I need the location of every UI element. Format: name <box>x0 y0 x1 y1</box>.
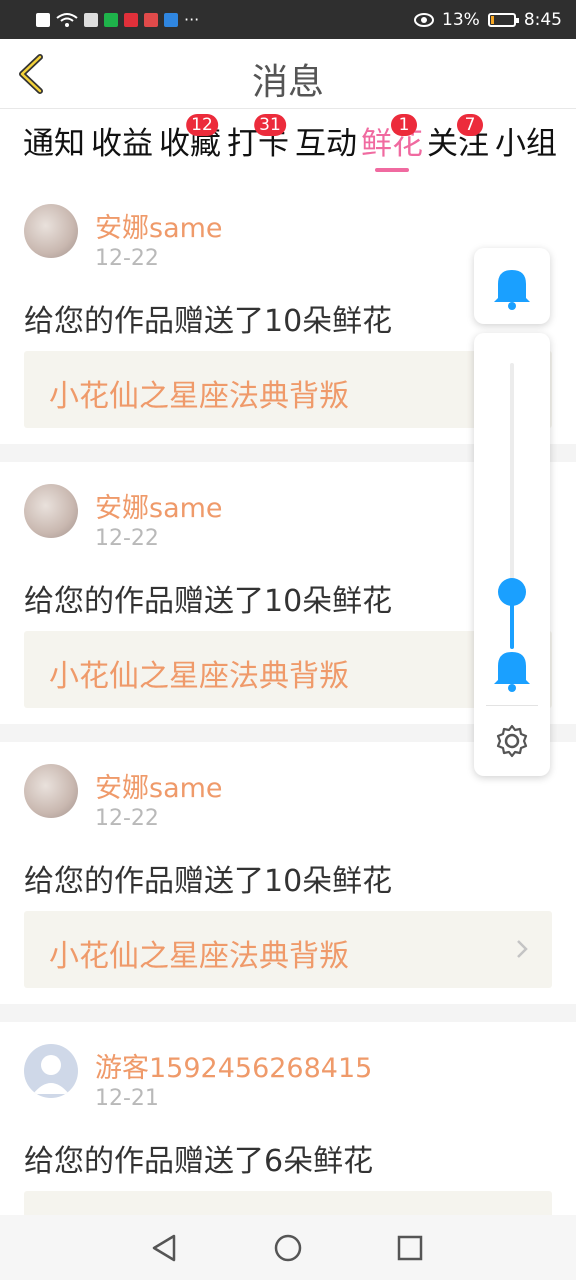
message-text: 给您的作品赠送了10朵鲜花 <box>24 864 393 899</box>
work-link[interactable]: 小花仙之星座法典背叛 <box>24 631 552 708</box>
work-title: 小花仙之星座法典背叛 <box>49 659 349 694</box>
volume-panel <box>474 333 550 776</box>
timestamp: 12-22 <box>95 526 159 551</box>
more-icon: ··· <box>184 10 200 29</box>
eye-icon <box>414 12 435 27</box>
status-icons-right: 13% 8:45 <box>414 10 562 30</box>
divider <box>486 705 538 706</box>
username[interactable]: 游客1592456268415 <box>95 1046 372 1085</box>
back-icon[interactable] <box>148 1232 180 1264</box>
tab-label: 收益 <box>91 126 153 162</box>
work-title: 小花仙之星座法典背叛 <box>49 379 349 414</box>
tab-checkin[interactable]: 打卡 31 <box>224 114 292 164</box>
book-icon <box>144 12 158 27</box>
message-text: 给您的作品赠送了10朵鲜花 <box>24 304 393 339</box>
recents-icon[interactable] <box>394 1232 426 1264</box>
message-text: 给您的作品赠送了10朵鲜花 <box>24 584 393 619</box>
timestamp: 12-22 <box>95 246 159 271</box>
username[interactable]: 安娜same <box>95 766 223 805</box>
upload-icon <box>84 12 98 27</box>
page-title: 消息 <box>251 62 324 103</box>
iqiyi-icon <box>104 12 118 27</box>
volume-slider-handle[interactable] <box>498 577 526 606</box>
avatar[interactable] <box>24 764 78 818</box>
screen: ··· 13% 8:45 消息 通知 收益 收藏 12 打卡 31 互动 鲜花 … <box>0 0 576 1280</box>
tab-favorites[interactable]: 收藏 12 <box>156 114 224 164</box>
chevron-right-icon <box>517 940 528 958</box>
bell-icon <box>494 270 530 310</box>
alert-icon <box>36 12 50 27</box>
work-title: 小花仙之星座法典背叛 <box>49 939 349 974</box>
default-user-icon <box>33 1055 69 1094</box>
list-item: 游客1592456268415 12-21 给您的作品赠送了6朵鲜花 <box>0 1022 576 1268</box>
divider <box>0 1004 576 1022</box>
ring-mode-button[interactable] <box>474 248 550 324</box>
battery-percent: 13% <box>442 9 480 30</box>
tab-earnings[interactable]: 收益 <box>88 124 156 164</box>
tab-follow[interactable]: 关注 7 <box>424 114 492 164</box>
username[interactable]: 安娜same <box>95 206 223 245</box>
system-nav-bar <box>0 1215 576 1280</box>
status-icons-left: ··· <box>36 10 199 29</box>
wifi-icon <box>56 12 78 27</box>
battery-icon <box>487 12 519 27</box>
tab-label: 小组 <box>495 126 557 162</box>
settings-icon[interactable] <box>492 721 532 761</box>
tab-flowers[interactable]: 鲜花 1 <box>358 114 426 164</box>
message-text: 给您的作品赠送了6朵鲜花 <box>24 1144 374 1179</box>
tab-label: 通知 <box>23 126 85 162</box>
work-link[interactable]: 小花仙之星座法典背叛 <box>24 911 552 988</box>
tab-groups[interactable]: 小组 <box>492 124 560 164</box>
unread-badge: 31 <box>254 114 286 136</box>
avatar[interactable] <box>24 1044 78 1098</box>
work-link[interactable]: 小花仙之星座法典背叛 <box>24 351 552 428</box>
clock: 8:45 <box>523 9 562 30</box>
list-item: 安娜same 12-22 给您的作品赠送了10朵鲜花 小花仙之星座法典背叛 <box>0 742 576 1004</box>
tab-bar: 通知 收益 收藏 12 打卡 31 互动 鲜花 1 关注 7 小组 <box>0 110 576 182</box>
unread-badge: 7 <box>457 114 483 136</box>
app-header: 消息 <box>0 39 576 109</box>
avatar[interactable] <box>24 484 78 538</box>
bell-icon[interactable] <box>474 638 550 698</box>
unread-badge: 12 <box>186 114 218 136</box>
username[interactable]: 安娜same <box>95 486 223 525</box>
tab-notification[interactable]: 通知 <box>20 124 88 164</box>
app-blue-icon <box>164 12 178 27</box>
tab-interaction[interactable]: 互动 <box>292 124 360 164</box>
avatar[interactable] <box>24 204 78 258</box>
timestamp: 12-22 <box>95 806 159 831</box>
tab-label: 互动 <box>295 126 357 162</box>
home-icon[interactable] <box>272 1232 304 1264</box>
status-bar: ··· 13% 8:45 <box>0 0 576 39</box>
active-tab-indicator <box>375 168 409 172</box>
unread-badge: 1 <box>391 114 417 136</box>
app-red-icon <box>124 12 138 27</box>
timestamp: 12-21 <box>95 1086 159 1111</box>
